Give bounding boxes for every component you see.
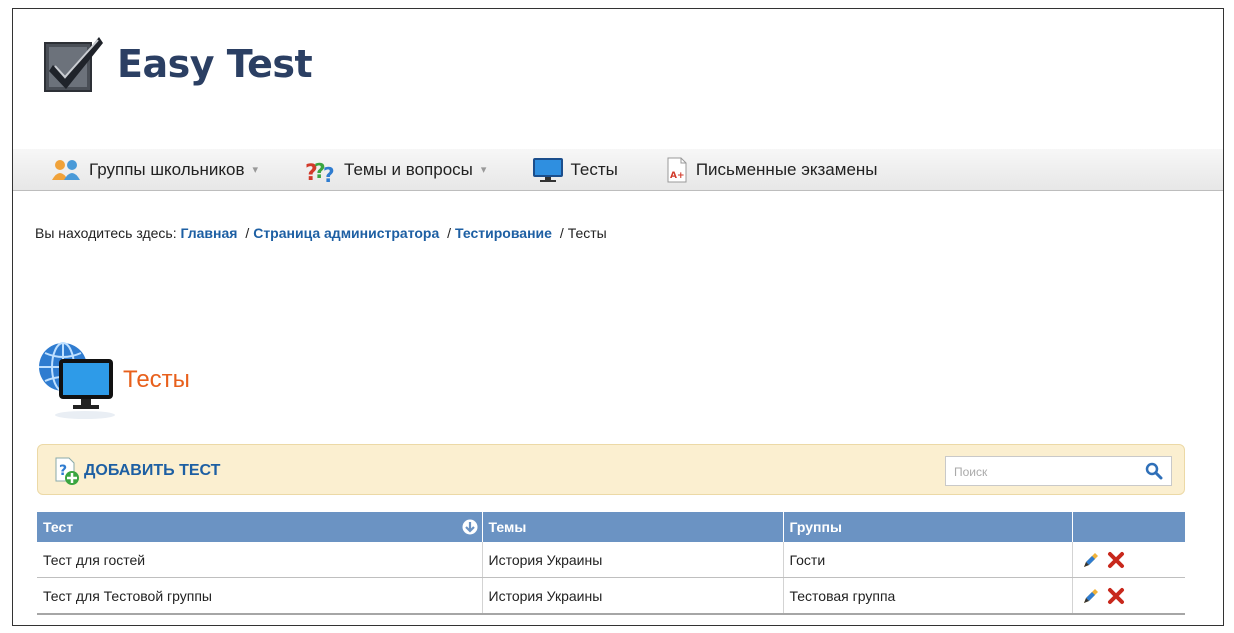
svg-text:?: ? [323,163,335,183]
breadcrumb-current: Тесты [567,225,607,241]
nav-item-label: Темы и вопросы [344,159,473,179]
app-name: Easy Test [117,42,313,86]
table-row[interactable]: Тест для гостей История Украины Гости [37,542,1185,578]
app-window: Easy Test Группы школьников ▾ ? ? ? Темы… [12,8,1224,626]
nav-item-student-groups[interactable]: Группы школьников ▾ [51,158,258,182]
column-header-test[interactable]: Тест [37,512,483,542]
toolbar: ? ДОБАВИТЬ ТЕСТ [37,444,1185,495]
cell-groups: Гости [783,542,1073,578]
column-header-topics[interactable]: Темы [482,512,784,542]
page-header: Тесты [37,339,190,421]
search-input[interactable] [952,458,1136,486]
table-row[interactable]: Тест для Тестовой группы История Украины… [37,577,1185,615]
edit-pencil-icon[interactable] [1081,586,1101,606]
nav-item-written-exams[interactable]: A+ Письменные экзамены [664,157,878,183]
breadcrumb-separator: / [245,225,250,241]
column-header-label: Темы [488,519,527,535]
add-test-button[interactable]: ? ДОБАВИТЬ ТЕСТ [54,457,220,485]
page-title: Тесты [123,366,190,393]
search-icon[interactable] [1145,462,1163,480]
document-grade-icon: A+ [667,157,687,182]
sort-down-icon[interactable] [462,519,478,535]
chevron-down-icon: ▾ [252,164,259,176]
breadcrumb-link-home[interactable]: Главная [180,225,237,241]
logo-checkmark-icon [44,37,103,92]
chevron-down-icon: ▾ [480,164,487,176]
table-header-row: Тест Темы Группы [37,512,1185,542]
nav-item-label: Группы школьников [89,159,245,179]
cell-groups: Тестовая группа [783,577,1073,615]
main-nav: Группы школьников ▾ ? ? ? Темы и вопросы… [13,149,1223,191]
cell-test: Тест для гостей [37,542,483,578]
nav-item-tests[interactable]: Тесты [532,157,618,183]
breadcrumb-separator: / [559,225,564,241]
svg-text:A+: A+ [670,171,685,181]
column-header-label: Группы [789,519,842,535]
cell-actions [1072,542,1185,578]
column-header-actions [1072,512,1185,542]
question-icon: ? ? ? [305,159,335,183]
tests-table: Тест Темы Группы Тест для гостей История… [37,512,1185,615]
cell-topics: История Украины [482,577,784,615]
nav-item-topics-questions[interactable]: ? ? ? Темы и вопросы ▾ [304,157,486,183]
breadcrumb-prefix: Вы находитесь здесь: [35,225,177,241]
breadcrumb-separator: / [447,225,452,241]
nav-item-label: Письменные экзамены [695,159,878,179]
add-test-label: ДОБАВИТЬ ТЕСТ [84,462,221,479]
users-icon [52,159,80,180]
breadcrumb-link-testing[interactable]: Тестирование [455,225,552,241]
search-box [945,456,1172,486]
app-logo[interactable]: Easy Test [41,31,313,97]
cell-actions [1072,577,1185,615]
breadcrumb-link-admin[interactable]: Страница администратора [253,225,439,241]
breadcrumb: Вы находитесь здесь: Главная / Страница а… [35,225,607,241]
edit-pencil-icon[interactable] [1081,550,1101,570]
delete-icon[interactable] [1107,551,1125,569]
column-header-label: Тест [43,519,74,535]
delete-icon[interactable] [1107,587,1125,605]
cell-test: Тест для Тестовой группы [37,577,483,615]
nav-item-label: Тесты [570,159,618,179]
add-test-icon: ? [55,457,79,485]
column-header-groups[interactable]: Группы [783,512,1073,542]
cell-topics: История Украины [482,542,784,578]
monitor-icon [533,157,564,182]
tests-globe-monitor-icon [39,342,115,419]
